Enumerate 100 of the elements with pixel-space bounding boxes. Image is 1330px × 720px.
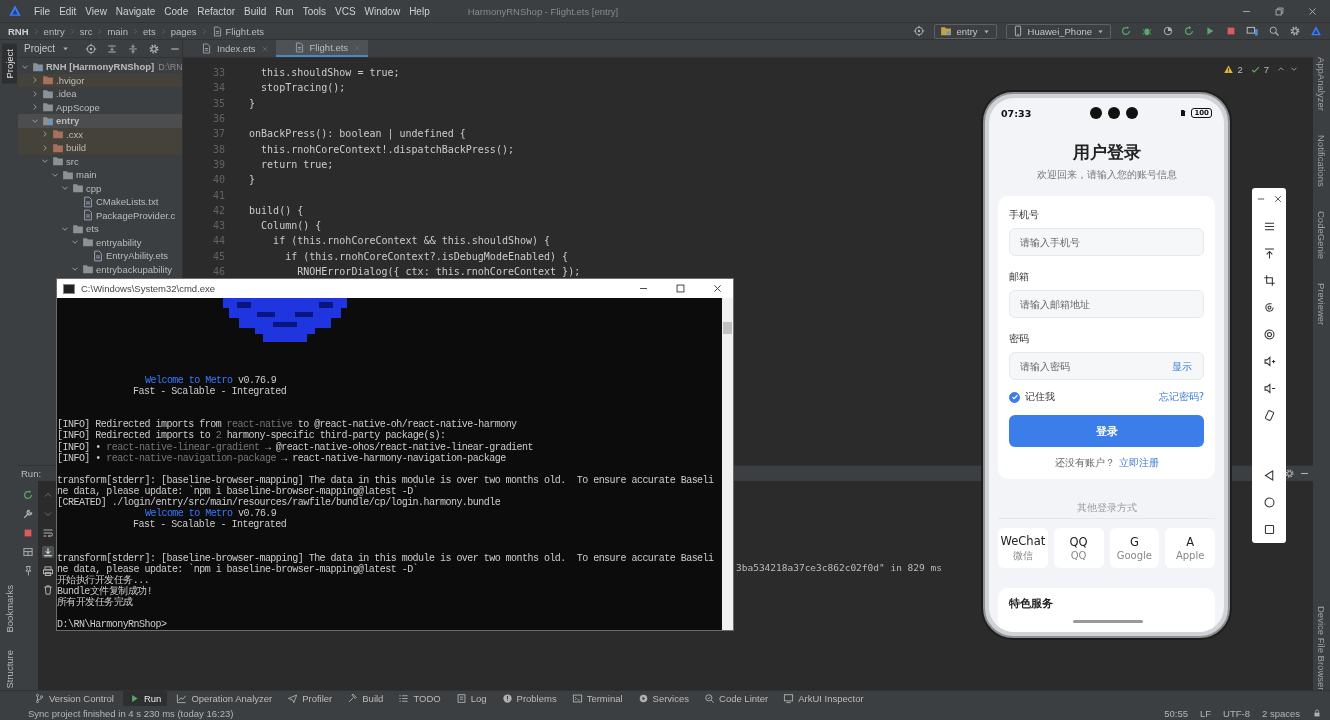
tree-item[interactable]: cpp	[18, 181, 182, 195]
terminal-line: Fast - Scalable - Integrated	[132, 519, 288, 531]
tree-item[interactable]: entryability	[18, 235, 182, 249]
tool-window-tab[interactable]: Log	[449, 690, 493, 707]
tree-item[interactable]: RNH [HarmonyRNShop] D:\RN	[18, 60, 182, 74]
line-number: 35	[211, 97, 226, 109]
menu-item[interactable]: Refactor	[197, 5, 236, 17]
line-number: 33	[211, 67, 226, 79]
menu-item[interactable]: VCS	[335, 5, 356, 17]
social-login-button[interactable]: G Google	[1109, 528, 1160, 568]
tree-item[interactable]: main	[18, 168, 182, 182]
line-number: 40	[211, 174, 226, 186]
menu-item[interactable]: Edit	[59, 5, 77, 17]
login-button[interactable]: 登录	[1009, 415, 1204, 447]
tree-item[interactable]: entrybackupability	[18, 262, 182, 276]
tool-window-tab[interactable]: Bookmarks	[1, 579, 17, 638]
tool-window-tab[interactable]: Version Control	[28, 690, 120, 707]
menu-item[interactable]: File	[34, 5, 51, 17]
menu-item[interactable]: Tools	[302, 5, 326, 17]
tool-window-tab[interactable]: TODO	[392, 690, 447, 707]
breadcrumb-item[interactable]: RNH	[8, 25, 29, 37]
breadcrumb-item[interactable]: entry	[43, 25, 65, 37]
input-field[interactable]: 请输入邮箱地址	[1009, 290, 1204, 318]
line-number: 37	[211, 128, 226, 140]
tool-window-tab[interactable]: Run	[122, 690, 168, 707]
page-title: 用户登录	[1071, 141, 1142, 164]
tree-item[interactable]: build	[18, 141, 182, 155]
field-label: 手机号	[1009, 208, 1040, 222]
tree-item[interactable]: src	[18, 154, 182, 168]
signup-link[interactable]: 立即注册	[1118, 456, 1159, 470]
tool-window-tab[interactable]: Profiler	[281, 690, 339, 707]
terminal-line: transform[stderr]: [baseline-browser-mapping] The data in this module is over two months old. To ensure accurate Baseli	[57, 552, 715, 564]
output-line: 3ba534218a37ce3c862c02f0d" in 829 ms	[736, 562, 943, 573]
breadcrumb-item[interactable]: ets	[143, 25, 156, 37]
terminal-line: Welcome to Metro v0.76.9	[145, 508, 277, 520]
tree-item[interactable]: CMakeLists.txt	[18, 195, 182, 209]
code-line: if (this.rnohCoreContext?.isDebugModeEnabled) {	[284, 250, 569, 262]
tool-window-tab[interactable]: Structure	[1, 645, 17, 694]
terminal-line: [INFO] • react-native-linear-gradient → @react-native-ohos/react-native-linear-gradient	[57, 441, 534, 453]
tree-item[interactable]: PackageProvider.c	[18, 208, 182, 222]
line-number: 43	[211, 220, 226, 232]
social-login-button[interactable]: A Apple	[1165, 528, 1215, 568]
caret-position[interactable]: 50:55	[1164, 707, 1188, 719]
terminal-line: ne data, please update: `npm i baseline-browser-mapping@latest -D`	[57, 563, 420, 575]
code-line: if (this.rnohCoreContext && this.shouldShow) {	[272, 235, 551, 247]
forgot-password-link[interactable]: 忘记密码?	[1158, 390, 1204, 404]
tool-window-tab[interactable]: Notifications	[1314, 131, 1329, 190]
menu-item[interactable]: Build	[244, 5, 267, 17]
line-number: 46	[211, 266, 226, 277]
code-line: RNOHErrorDialog({ ctx: this.rnohCoreContext });	[296, 266, 581, 277]
tree-item[interactable]: EntryAbility.ets	[18, 249, 182, 263]
menu-item[interactable]: View	[85, 5, 107, 17]
menu-item[interactable]: Help	[409, 5, 430, 17]
terminal-line: 所有开发任务完成	[57, 596, 134, 608]
tool-window-tab[interactable]: CodeGenie	[1314, 207, 1329, 262]
check-count: 7	[1263, 63, 1269, 75]
file-encoding[interactable]: UTF-8	[1223, 707, 1250, 719]
tool-window-tab[interactable]: ArkUI Inspector	[777, 690, 870, 707]
show-password-link[interactable]: 显示	[1172, 360, 1192, 374]
menu-item[interactable]: Window	[364, 5, 401, 17]
indent-setting[interactable]: 2 spaces	[1261, 707, 1300, 719]
breadcrumb-item[interactable]: src	[79, 25, 93, 37]
tool-window-tab[interactable]: Device File Browser	[1314, 603, 1329, 694]
input-field[interactable]: 请输入手机号	[1009, 228, 1204, 256]
tree-item[interactable]: ets	[18, 222, 182, 236]
tool-window-tab[interactable]: Terminal	[565, 690, 629, 707]
menu-item[interactable]: Navigate	[115, 5, 156, 17]
tool-window-tab[interactable]: Build	[341, 690, 390, 707]
editor-tab[interactable]: Index.ets	[183, 40, 276, 57]
social-login-button[interactable]: WeChat 微信	[998, 528, 1048, 568]
line-number: 38	[211, 143, 226, 155]
tool-window-tab[interactable]: Code Linter	[698, 690, 775, 707]
tool-window-tab[interactable]: Services	[631, 690, 695, 707]
status-time: 07:33	[1001, 107, 1033, 119]
tree-item[interactable]: AppScope	[18, 100, 182, 114]
breadcrumb-item[interactable]: main	[107, 25, 128, 37]
code-line: }	[248, 174, 256, 186]
editor-tab[interactable]: Flight.ets	[275, 40, 369, 57]
device-dropdown[interactable]: Huawei_Phone	[1005, 23, 1111, 39]
line-separator[interactable]: LF	[1199, 707, 1212, 719]
tree-item[interactable]: .hvigor	[18, 73, 182, 87]
panel-title: Run:	[21, 468, 42, 479]
tool-window-tab[interactable]: Operation Analyzer	[170, 690, 279, 707]
terminal-line: Fast - Scalable - Integrated	[132, 386, 288, 398]
social-login-button[interactable]: QQ QQ	[1053, 528, 1104, 568]
tool-window-tab[interactable]: AppAnalyzer	[1314, 54, 1329, 114]
breadcrumb-item[interactable]: pages	[170, 25, 197, 37]
menu-item[interactable]: Code	[164, 5, 189, 17]
tool-window-tab[interactable]: Project	[1, 44, 17, 84]
project-view-dropdown[interactable]: Project	[24, 43, 71, 54]
tool-window-tab[interactable]: Previewer	[1314, 279, 1329, 328]
menu-item[interactable]: Run	[275, 5, 294, 17]
module-dropdown[interactable]: entry	[934, 23, 997, 39]
code-line: onBackPress(): boolean | undefined {	[248, 128, 466, 140]
tree-item[interactable]: .idea	[18, 87, 182, 101]
tree-item[interactable]: entry	[18, 114, 182, 128]
breadcrumb-item[interactable]: Flight.ets	[225, 25, 265, 37]
tool-window-tab[interactable]: Problems	[495, 690, 563, 707]
line-number: 42	[211, 204, 226, 216]
code-line: this.rnohCoreContext!.dispatchBackPress();	[260, 143, 514, 155]
